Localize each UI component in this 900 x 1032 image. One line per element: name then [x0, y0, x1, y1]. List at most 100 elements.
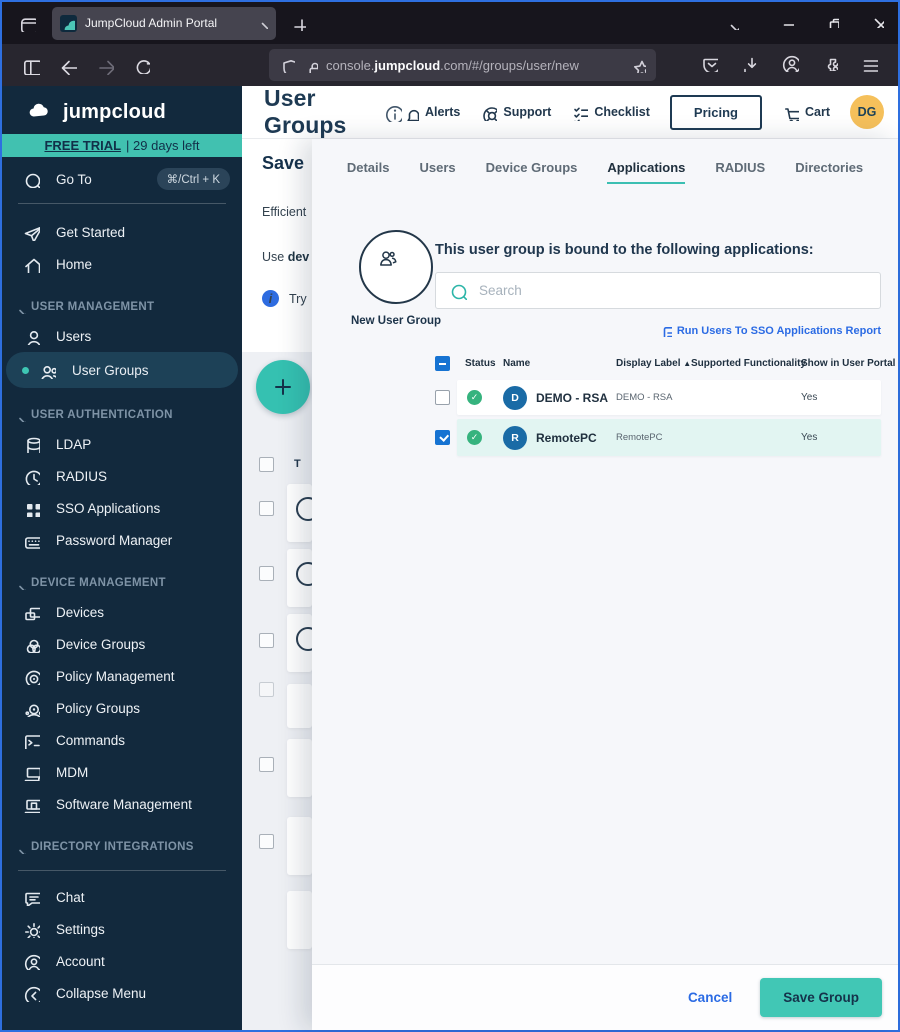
- column-header-name[interactable]: Name: [503, 358, 616, 369]
- chevron-down-icon: [19, 585, 26, 590]
- gear-icon: [24, 922, 40, 938]
- goto-search[interactable]: Go To ⌘/Ctrl + K: [2, 157, 242, 201]
- sidebar-item-radius[interactable]: RADIUS: [2, 460, 242, 492]
- checklist-button[interactable]: Checklist: [571, 104, 650, 121]
- column-header-supported-functionality[interactable]: Supported Functionality: [691, 358, 806, 369]
- column-header-display-label[interactable]: Display Label ▲: [616, 358, 691, 369]
- background-row-checkbox[interactable]: [259, 501, 274, 516]
- minimize-button[interactable]: [779, 13, 799, 33]
- sidebar-item-software-management[interactable]: Software Management: [2, 788, 242, 820]
- sidebar-item-sso-applications[interactable]: SSO Applications: [2, 492, 242, 524]
- background-row-checkbox[interactable]: [259, 633, 274, 648]
- sidebar-item-devices[interactable]: Devices: [2, 596, 242, 628]
- free-trial-link[interactable]: FREE TRIAL: [44, 138, 121, 153]
- background-row-checkbox[interactable]: [259, 682, 274, 697]
- sidebar-item-policy-management[interactable]: Policy Management: [2, 660, 242, 692]
- sidebar-item-account[interactable]: Account: [2, 945, 242, 977]
- app-avatar: R: [503, 425, 527, 450]
- pocket-icon[interactable]: [700, 54, 721, 77]
- cancel-button[interactable]: Cancel: [688, 990, 732, 1005]
- cart-button[interactable]: Cart: [782, 104, 830, 121]
- column-header-status[interactable]: Status: [457, 358, 503, 369]
- sidebar-toggle-button[interactable]: [21, 56, 40, 75]
- sidebar-item-device-groups[interactable]: Device Groups: [2, 628, 242, 660]
- column-header-show-in-user-portal[interactable]: Show in User Portal: [801, 358, 895, 369]
- applications-search[interactable]: [435, 272, 881, 309]
- sidebar-item-password-manager[interactable]: Password Manager: [2, 524, 242, 556]
- save-group-button[interactable]: Save Group: [760, 978, 882, 1017]
- restore-button[interactable]: [824, 13, 843, 33]
- sidebar-item-get-started[interactable]: Get Started: [2, 216, 242, 248]
- run-report-link[interactable]: Run Users To SSO Applications Report: [435, 324, 881, 337]
- tab-close-button[interactable]: [256, 17, 268, 29]
- window-close-button[interactable]: [869, 13, 888, 33]
- status-active-icon: ✓: [467, 430, 482, 445]
- reload-button[interactable]: [132, 56, 150, 74]
- url-text: console.jumpcloud.com/#/groups/user/new: [326, 57, 579, 73]
- support-button[interactable]: Support: [480, 104, 551, 121]
- arrow-left-circle-icon: [24, 986, 40, 1002]
- free-trial-banner[interactable]: FREE TRIAL | 29 days left: [2, 134, 242, 157]
- background-select-all-checkbox[interactable]: [259, 457, 274, 472]
- cart-icon: [784, 107, 799, 121]
- menu-hamburger-icon[interactable]: [860, 54, 881, 77]
- sidebar-item-mdm[interactable]: MDM: [2, 756, 242, 788]
- bookmark-star-icon[interactable]: [630, 57, 646, 73]
- section-user-authentication[interactable]: USER AUTHENTICATION: [2, 402, 242, 428]
- tab-details[interactable]: Details: [347, 160, 390, 184]
- avatar[interactable]: DG: [850, 95, 884, 129]
- tab-applications[interactable]: Applications: [607, 160, 686, 184]
- jumpcloud-logo[interactable]: jumpcloud: [2, 86, 242, 134]
- info-icon[interactable]: [383, 103, 402, 122]
- background-row-checkbox[interactable]: [259, 566, 274, 581]
- section-directory-integrations[interactable]: DIRECTORY INTEGRATIONS: [2, 834, 242, 860]
- sidebar-item-user-groups[interactable]: User Groups: [6, 352, 238, 388]
- browser-tab-strip: JumpCloud Admin Portal: [2, 2, 898, 44]
- sidebar-item-home[interactable]: Home: [2, 248, 242, 280]
- new-user-group-badge: New User Group: [338, 230, 454, 327]
- trial-days-left: | 29 days left: [126, 138, 200, 153]
- tracking-protection-shield-icon[interactable]: [279, 57, 295, 73]
- sidebar-item-commands[interactable]: Commands: [2, 724, 242, 756]
- extensions-puzzle-icon[interactable]: [821, 54, 841, 76]
- pricing-button[interactable]: Pricing: [669, 94, 762, 130]
- tab-radius[interactable]: RADIUS: [715, 160, 765, 184]
- forward-button[interactable]: [95, 56, 114, 75]
- sidebar-item-ldap[interactable]: LDAP: [2, 428, 242, 460]
- name-cell: R RemotePC: [503, 425, 616, 450]
- new-tab-button[interactable]: [290, 15, 306, 31]
- table-row[interactable]: ✓ R RemotePC RemotePC Yes: [435, 419, 881, 456]
- connection-lock-icon[interactable]: [303, 58, 318, 73]
- bound-applications-heading: This user group is bound to the followin…: [435, 242, 814, 258]
- sidebar-item-users[interactable]: Users: [2, 320, 242, 352]
- sidebar-item-collapse-menu[interactable]: Collapse Menu: [2, 977, 242, 1009]
- row-checkbox[interactable]: [435, 390, 450, 405]
- table-row[interactable]: ✓ D DEMO - RSA DEMO - RSA Yes: [435, 380, 881, 415]
- select-all-checkbox[interactable]: [435, 355, 450, 371]
- alerts-button[interactable]: Alerts: [402, 104, 460, 121]
- browser-tab[interactable]: JumpCloud Admin Portal: [52, 6, 276, 40]
- background-row-checkbox[interactable]: [259, 757, 274, 772]
- firefox-view-button[interactable]: [10, 8, 44, 38]
- sidebar-item-chat[interactable]: Chat: [2, 881, 242, 913]
- tab-users[interactable]: Users: [419, 160, 455, 184]
- downloads-icon[interactable]: [740, 54, 760, 77]
- section-user-management[interactable]: USER MANAGEMENT: [2, 294, 242, 320]
- list-all-tabs-button[interactable]: [725, 16, 739, 30]
- background-row-checkbox[interactable]: [259, 834, 274, 849]
- search-input[interactable]: [479, 283, 868, 298]
- venn-icon: [26, 639, 40, 653]
- sidebar-item-settings[interactable]: Settings: [2, 913, 242, 945]
- database-icon: [27, 437, 40, 453]
- address-bar[interactable]: console.jumpcloud.com/#/groups/user/new: [269, 49, 656, 81]
- account-icon[interactable]: [780, 53, 802, 77]
- tab-directories[interactable]: Directories: [795, 160, 863, 184]
- sidebar-item-policy-groups[interactable]: Policy Groups: [2, 692, 242, 724]
- tab-device-groups[interactable]: Device Groups: [486, 160, 578, 184]
- display-label-cell: RemotePC: [616, 432, 663, 443]
- section-device-management[interactable]: DEVICE MANAGEMENT: [2, 570, 242, 596]
- row-checkbox[interactable]: [435, 430, 450, 445]
- back-button[interactable]: [58, 56, 77, 75]
- add-group-fab-button[interactable]: [256, 360, 310, 414]
- new-user-group-panel: Details Users Device Groups Applications…: [312, 139, 898, 1030]
